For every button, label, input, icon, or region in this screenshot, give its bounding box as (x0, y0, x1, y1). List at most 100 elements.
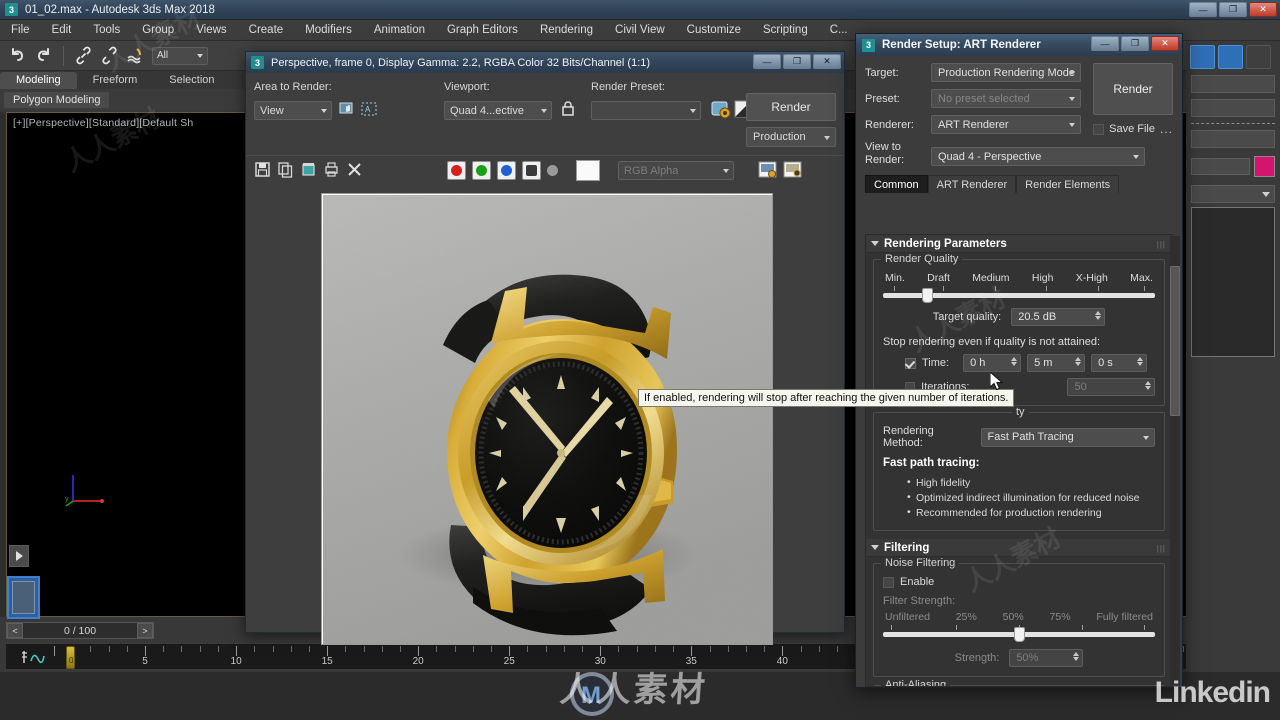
rollout-scroll-area[interactable]: Rendering Parameters ||| Render Quality … (865, 234, 1173, 687)
menu-item-rendering[interactable]: Rendering (529, 20, 604, 41)
rendering-method-dropdown[interactable]: Fast Path Tracing (980, 427, 1155, 447)
ribbon-polygon-modeling[interactable]: Polygon Modeling (4, 91, 110, 108)
rsd-restore-button[interactable]: ❐ (1121, 36, 1149, 51)
close-button[interactable]: ✕ (1249, 2, 1277, 17)
quality-slider-thumb[interactable] (921, 288, 933, 303)
save-file-checkbox[interactable] (1093, 123, 1105, 135)
save-image-icon[interactable] (254, 161, 271, 181)
hierarchy-panel-icon[interactable] (1246, 45, 1271, 69)
scrollbar-thumb[interactable] (1170, 266, 1180, 416)
renderer-dropdown[interactable]: ART Renderer (931, 115, 1081, 134)
tab-render-elements[interactable]: Render Elements (1016, 175, 1120, 193)
rsd-close-button[interactable]: ✕ (1151, 36, 1179, 51)
time-seconds-spinner[interactable]: 0 s (1091, 354, 1148, 372)
time-hours-spinner[interactable]: 0 h (963, 354, 1022, 372)
menu-item-create[interactable]: Create (238, 20, 295, 41)
strength-slider-track[interactable] (883, 627, 1155, 642)
previous-frame-button[interactable]: < (7, 623, 23, 638)
tab-art-renderer[interactable]: ART Renderer (927, 175, 1017, 193)
copy-image-icon[interactable] (277, 161, 294, 181)
strength-spinner[interactable]: 50% (1009, 649, 1084, 667)
menu-item-file[interactable]: File (0, 20, 41, 41)
play-animation-button[interactable] (9, 545, 29, 567)
redo-icon[interactable] (34, 46, 53, 65)
menu-item-group[interactable]: Group (131, 20, 185, 41)
frame-slider[interactable]: < 0 / 100 > (6, 622, 154, 639)
strength-slider-thumb[interactable] (1014, 627, 1025, 642)
spinner-arrows-icon[interactable] (1095, 311, 1102, 320)
preset-dropdown[interactable]: No preset selected (931, 89, 1081, 108)
iterations-spinner[interactable]: 50 (1067, 378, 1155, 396)
green-channel-icon[interactable] (472, 161, 491, 180)
menu-item-modifiers[interactable]: Modifiers (294, 20, 363, 41)
rfw-close-button[interactable]: ✕ (813, 54, 841, 69)
channel-dropdown[interactable]: RGB Alpha (618, 161, 734, 180)
background-color-swatch[interactable] (576, 160, 600, 181)
viewport-dropdown[interactable]: Quad 4...ective (444, 101, 552, 120)
rendered-image-canvas[interactable] (321, 193, 773, 645)
pixel-info-icon[interactable] (783, 160, 802, 182)
tab-modeling[interactable]: Modeling (0, 72, 77, 89)
next-frame-button[interactable]: > (137, 623, 153, 638)
alpha-channel-icon[interactable] (522, 161, 541, 180)
lock-viewport-icon[interactable] (560, 99, 576, 122)
undo-icon[interactable] (8, 46, 27, 65)
rfw-production-dropdown[interactable]: Production (746, 127, 836, 147)
rfw-render-button[interactable]: Render (746, 93, 836, 121)
menu-item-civil-view[interactable]: Civil View (604, 20, 676, 41)
time-checkbox[interactable] (905, 357, 916, 369)
menu-item-animation[interactable]: Animation (363, 20, 436, 41)
menu-item-graph-editors[interactable]: Graph Editors (436, 20, 529, 41)
menu-item-views[interactable]: Views (185, 20, 237, 41)
view-to-render-dropdown[interactable]: Quad 4 - Perspective (931, 147, 1145, 166)
unlink-icon[interactable] (100, 46, 119, 65)
spinner-arrows-icon[interactable] (1137, 357, 1144, 366)
target-dropdown[interactable]: Production Rendering Mode (931, 63, 1081, 82)
render-button[interactable]: Render (1093, 63, 1173, 115)
spinner-arrows-icon[interactable] (1075, 357, 1082, 366)
curve-editor-icon[interactable] (20, 648, 46, 666)
tab-freeform[interactable]: Freeform (77, 72, 154, 89)
create-panel-icon[interactable] (1190, 45, 1215, 69)
monochrome-icon[interactable] (547, 165, 558, 176)
save-file-browse-button[interactable]: ... (1160, 122, 1173, 136)
menu-item-content[interactable]: C... (819, 20, 859, 41)
bind-to-space-warp-icon[interactable] (126, 46, 145, 65)
enable-noise-filtering-checkbox[interactable] (883, 576, 894, 588)
rsd-minimize-button[interactable]: — (1091, 36, 1119, 51)
spinner-arrows-icon[interactable] (1011, 357, 1018, 366)
rfw-minimize-button[interactable]: — (753, 54, 781, 69)
quality-slider-track[interactable] (883, 288, 1155, 303)
color-name-field[interactable] (1191, 158, 1250, 175)
object-color-swatch[interactable] (1254, 156, 1275, 177)
render-setup-scrollbar[interactable] (1170, 236, 1180, 685)
tab-selection[interactable]: Selection (153, 72, 230, 89)
blowup-region-icon[interactable] (338, 100, 357, 122)
render-setup-icon[interactable] (711, 99, 731, 122)
time-cursor[interactable]: 0 (66, 646, 75, 669)
modifier-list-dropdown[interactable] (1191, 185, 1275, 203)
enable-red-channel-icon[interactable] (758, 160, 777, 182)
object-name-field[interactable] (1191, 75, 1275, 93)
viewport-layout-swatch[interactable] (7, 576, 40, 619)
filtering-rollout-header[interactable]: Filtering ||| (866, 539, 1172, 557)
time-minutes-spinner[interactable]: 5 m (1027, 354, 1086, 372)
area-to-render-dropdown[interactable]: View (254, 101, 332, 120)
render-preset-dropdown[interactable] (591, 101, 701, 120)
tab-common[interactable]: Common (865, 175, 928, 193)
spinner-arrows-icon[interactable] (1145, 381, 1151, 390)
rendering-parameters-rollout-header[interactable]: Rendering Parameters ||| (866, 235, 1172, 253)
object-type-field[interactable] (1191, 99, 1275, 117)
clone-rendered-frame-icon[interactable] (300, 161, 317, 181)
selection-filter-combo[interactable]: All (152, 46, 208, 65)
minimize-button[interactable]: — (1189, 2, 1217, 17)
menu-item-customize[interactable]: Customize (676, 20, 752, 41)
menu-item-edit[interactable]: Edit (41, 20, 83, 41)
spinner-arrows-icon[interactable] (1073, 652, 1080, 661)
red-channel-icon[interactable] (447, 161, 466, 180)
modifier-slot[interactable] (1191, 130, 1275, 148)
menu-item-tools[interactable]: Tools (82, 20, 131, 41)
modifier-stack-list[interactable] (1191, 207, 1275, 357)
auto-region-selected-icon[interactable]: A (360, 100, 379, 122)
modify-panel-icon[interactable] (1218, 45, 1243, 69)
